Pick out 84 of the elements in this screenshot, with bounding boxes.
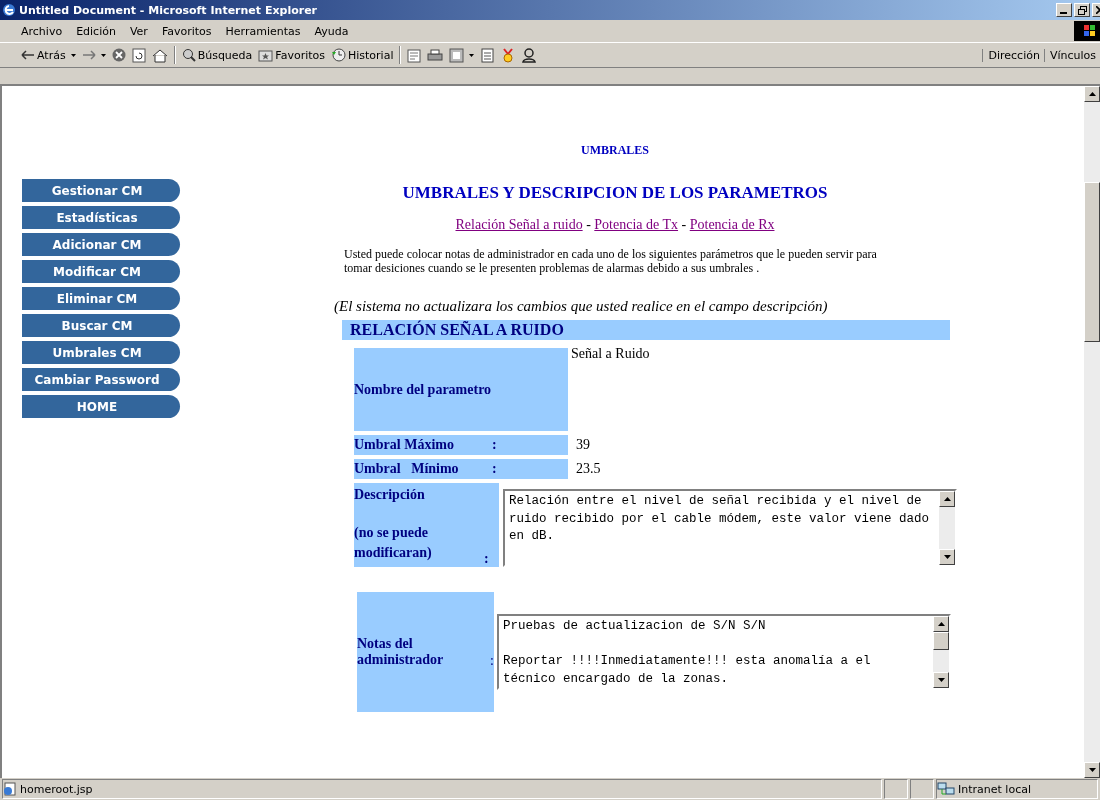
up-arrow-icon: [937, 622, 945, 626]
intro-text: Usted puede colocar notas de administrador en cada uno de los siguientes parámetros que le pueden servir para tomar desiciones cuando se le presenten problemas de alarmas debido a sus umbrales .: [344, 247, 878, 275]
field-value: Señal a Ruido: [570, 345, 650, 363]
scroll-thumb[interactable]: [933, 632, 949, 650]
nav-button[interactable]: Buscar CM: [22, 314, 180, 337]
menu-item[interactable]: Favoritos: [154, 24, 219, 38]
link-separator: -: [585, 217, 592, 232]
nav-button[interactable]: Estadísticas: [22, 206, 180, 229]
section-link[interactable]: Relación Señal a ruido: [455, 217, 583, 232]
down-arrow-icon: [943, 555, 951, 559]
nav-button[interactable]: Adicionar CM: [22, 233, 180, 256]
restore-button[interactable]: [1074, 3, 1090, 17]
nav-button[interactable]: Gestionar CM: [22, 179, 180, 202]
scroll-down-button[interactable]: [939, 549, 955, 565]
dropdown-caret-icon: [469, 53, 475, 57]
scroll-down-button[interactable]: [1084, 762, 1100, 778]
down-arrow-icon: [937, 678, 945, 682]
section-link[interactable]: Potencia de Tx: [594, 217, 679, 232]
toolbar-link[interactable]: Dirección: [982, 48, 1044, 62]
nav-button[interactable]: Cambiar Password: [22, 368, 180, 391]
printer-icon: [427, 48, 444, 62]
scroll-thumb[interactable]: [1084, 182, 1100, 342]
up-arrow-icon: [1088, 92, 1096, 96]
text-area[interactable]: Relación entre el nivel de señal recibida y el nivel de ruido recibido por el cable módem, este valor viene dado en dB.: [503, 489, 957, 567]
colon-text: :: [490, 653, 494, 669]
magnifier-icon: [181, 48, 196, 62]
page-title: UMBRALES Y DESCRIPCION DE LOS PARAMETROS: [402, 183, 828, 203]
menu-item[interactable]: Edición: [69, 24, 123, 38]
home-icon: [151, 47, 168, 63]
scroll-down-button[interactable]: [933, 672, 949, 688]
colon-text: :: [484, 551, 489, 567]
note-page-icon: [480, 47, 496, 63]
field-note: (no se puede modificaran): [354, 524, 433, 562]
scroll-up-button[interactable]: [1084, 86, 1100, 102]
magnifier-button[interactable]: Búsqueda: [178, 44, 256, 66]
stop-icon: [111, 48, 126, 62]
menu-item[interactable]: Herramientas: [218, 24, 308, 38]
status-zone: Intranet local: [958, 782, 1031, 796]
medal-icon: [501, 47, 516, 63]
nav-button[interactable]: Umbrales CM: [22, 341, 180, 364]
field-label: Umbral Mínimo: [354, 461, 460, 477]
colon-text: :: [492, 437, 497, 453]
scroll-up-button[interactable]: [939, 491, 955, 507]
dropdown-caret-icon: [70, 53, 76, 57]
nav-button[interactable]: HOME: [22, 395, 180, 418]
menu-item[interactable]: Ver: [122, 24, 155, 38]
field-label: Nombre del parametro: [354, 348, 568, 431]
forward-arrow-icon: [81, 49, 96, 61]
page-icon: [3, 782, 17, 796]
text-area[interactable]: Pruebas de actualizacion de S/N S/N Reportar !!!!Inmediatamente!!! esta anomalía a el técnico encargado de la zonas.: [497, 614, 951, 690]
status-url: homeroot.jsp: [20, 782, 93, 796]
minimize-button[interactable]: [1056, 3, 1072, 17]
colon-text: :: [492, 461, 497, 477]
field-label: Descripción: [354, 486, 426, 504]
field-label: Notas del administrador: [357, 636, 445, 668]
back-arrow-icon: [21, 49, 35, 61]
toolbar-link[interactable]: Vínculos: [1043, 48, 1100, 62]
page-edit-icon: [449, 47, 465, 63]
section-heading: RELACIÓN SEÑAL A RUIDO: [342, 320, 950, 340]
dropdown-caret-icon: [100, 53, 106, 57]
section-link[interactable]: Potencia de Rx: [689, 217, 775, 232]
field-value: 23.5: [575, 460, 601, 478]
up-arrow-icon: [943, 497, 951, 501]
network-icon: [937, 782, 955, 796]
nav-button[interactable]: Eliminar CM: [22, 287, 180, 310]
refresh-icon: [131, 47, 146, 63]
restore-icon: [1077, 5, 1087, 15]
back-arrow-button[interactable]: Atrás: [18, 44, 79, 66]
browser-logo-icon: [2, 3, 16, 17]
page-subtitle: UMBRALES: [581, 143, 649, 158]
scroll-up-button[interactable]: [933, 616, 949, 632]
menu-item[interactable]: Ayuda: [307, 24, 356, 38]
link-separator: -: [680, 217, 688, 232]
windows-logo-icon: [1074, 21, 1100, 41]
notice-text: (El sistema no actualizara los cambios que usted realice en el campo descripción): [334, 297, 829, 316]
window-title: Untitled Document - Microsoft Internet Explorer: [19, 3, 319, 17]
nav-button[interactable]: Modificar CM: [22, 260, 180, 283]
folder-star-button[interactable]: Favoritos: [255, 44, 328, 66]
person-outline-icon: [521, 47, 538, 63]
field-label: Umbral Máximo: [354, 437, 455, 453]
clock-arrow-button[interactable]: Historial: [328, 44, 397, 66]
field-value: 39: [575, 436, 590, 454]
down-arrow-icon: [1088, 768, 1096, 772]
menu-item[interactable]: Archivo: [14, 24, 70, 38]
